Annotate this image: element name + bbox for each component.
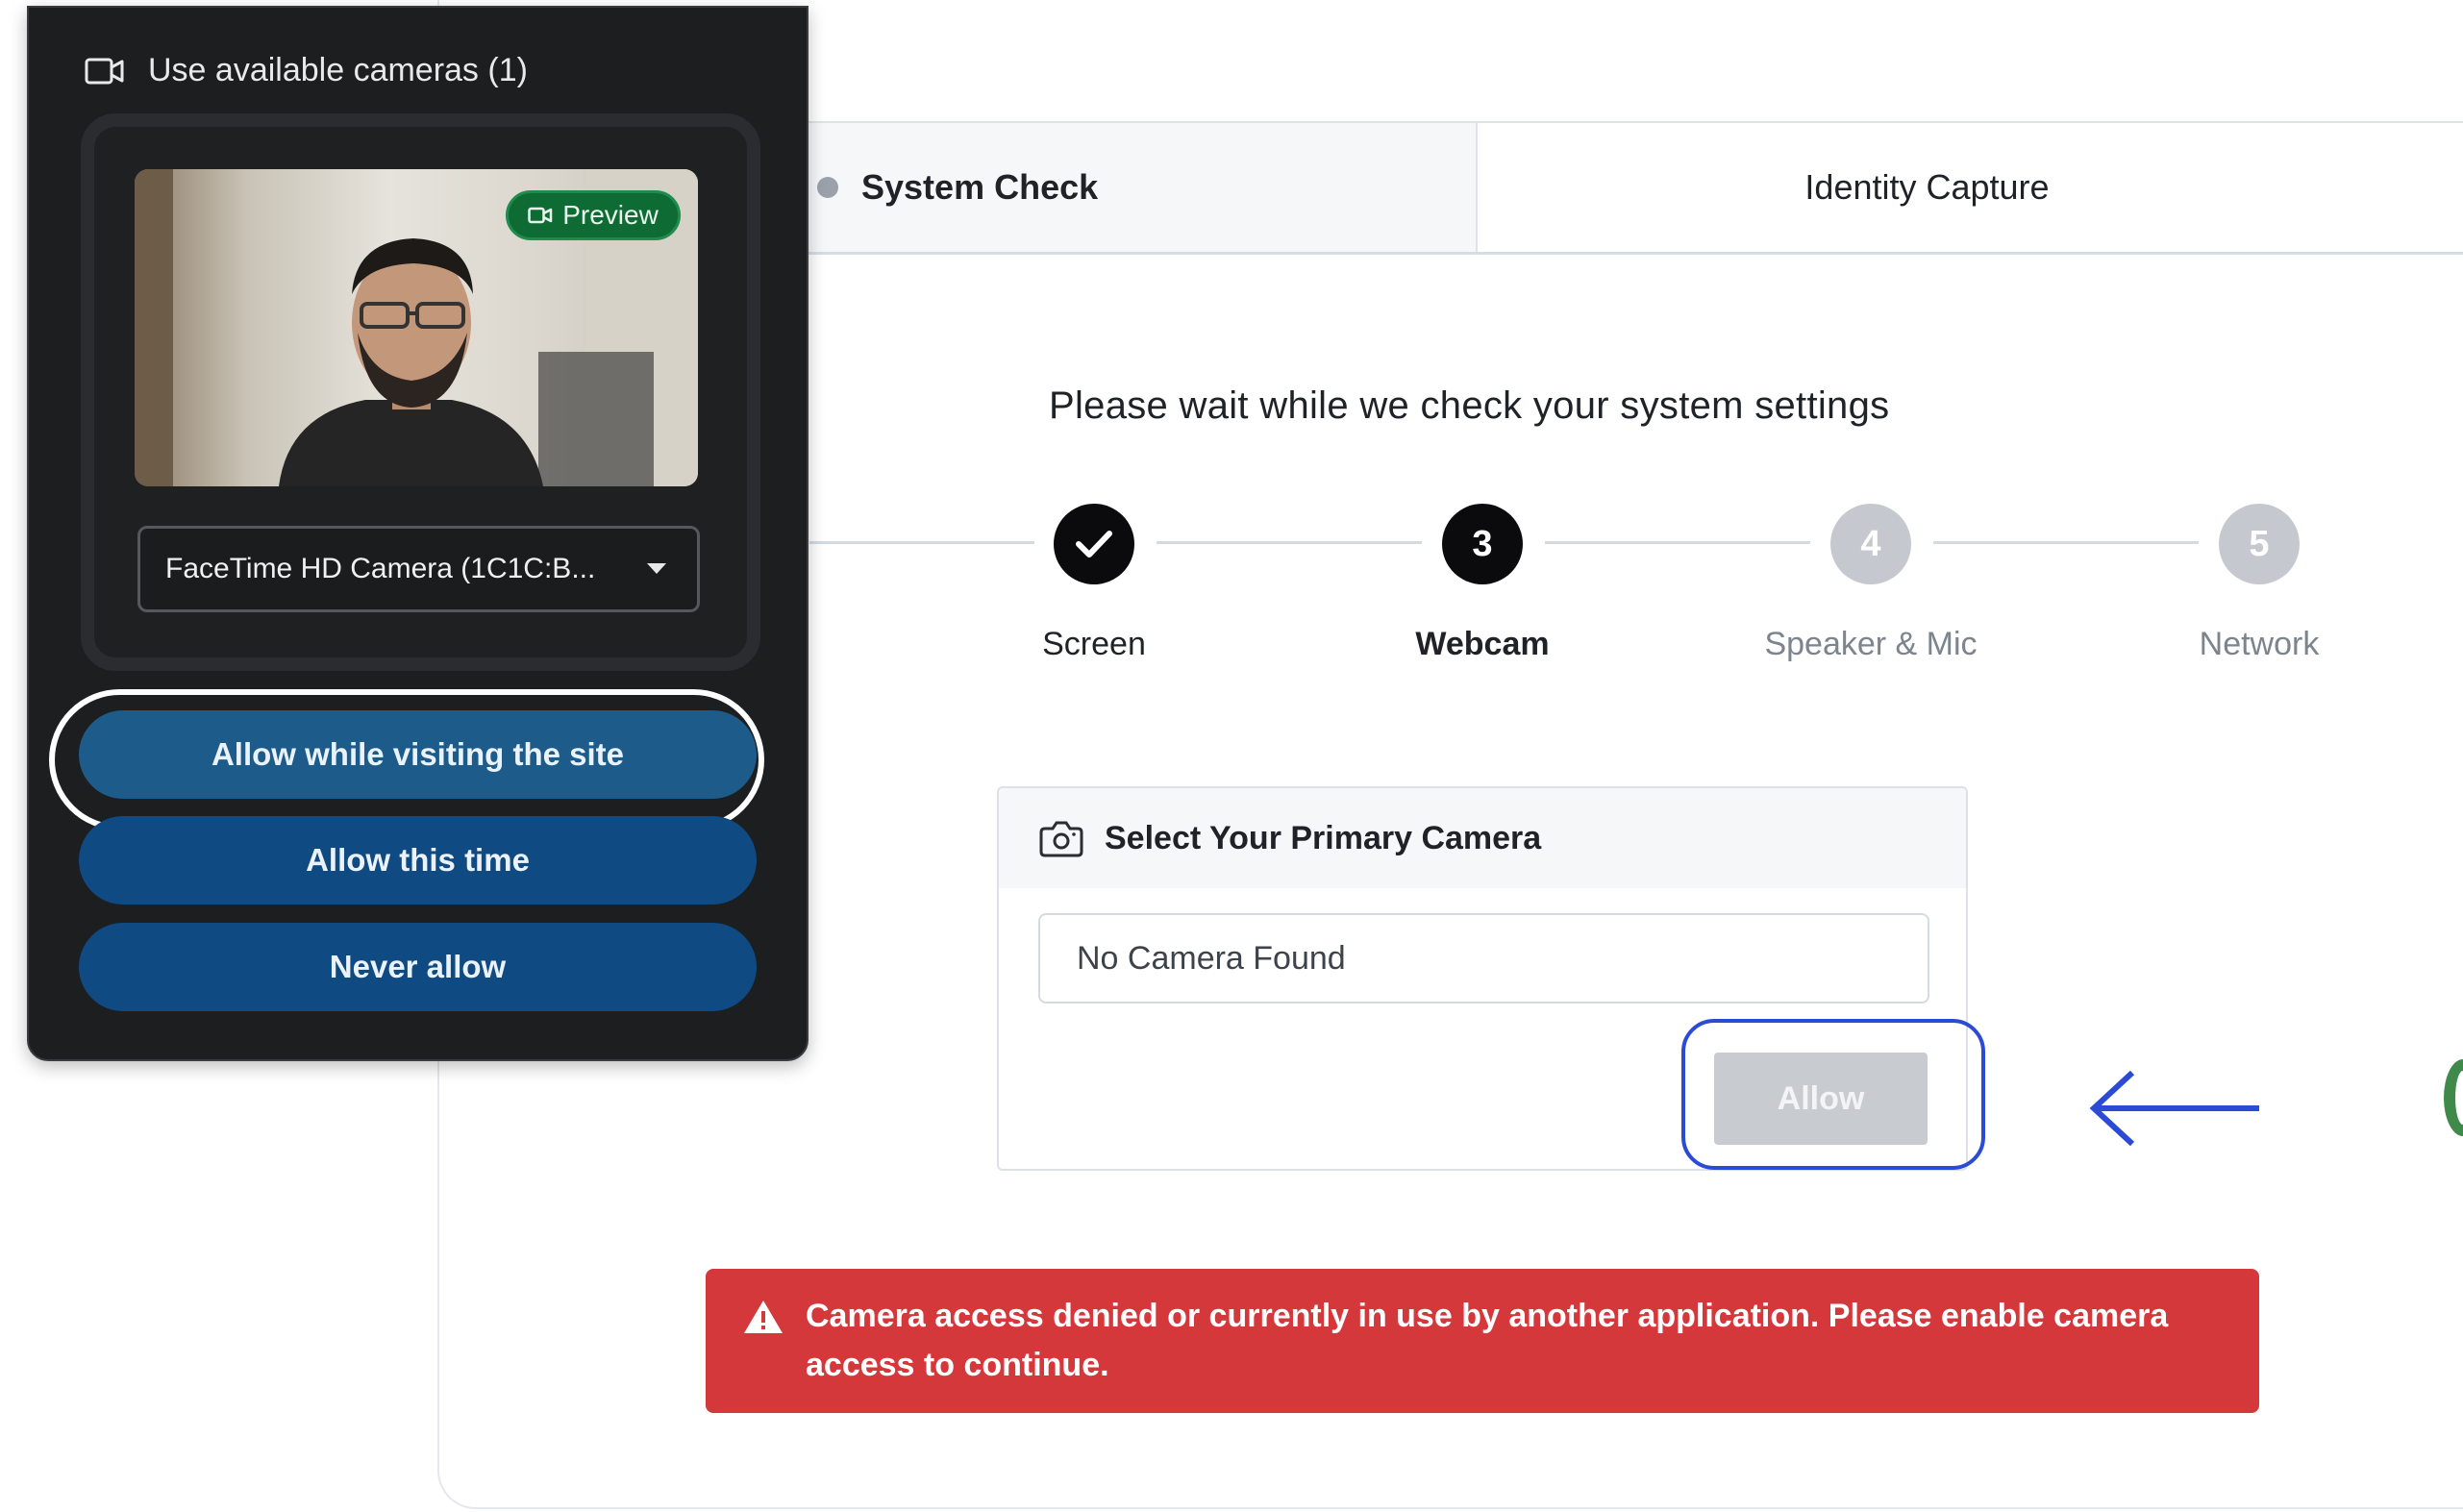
tab-status-dot <box>817 177 838 198</box>
warning-icon <box>742 1298 784 1341</box>
preview-badge-label: Preview <box>562 200 659 230</box>
step-screen-check-icon <box>1054 504 1134 584</box>
popup-title-text: Use available cameras (1) <box>148 52 528 88</box>
step-connector <box>1157 541 1422 544</box>
step-webcam-number: 3 <box>1442 504 1523 584</box>
camera-select-field[interactable]: No Camera Found <box>1038 913 1929 1004</box>
camera-device-dropdown[interactable]: FaceTime HD Camera (1C1C:B... <box>137 526 700 612</box>
never-allow-button[interactable]: Never allow <box>79 923 757 1011</box>
video-camera-icon <box>528 206 553 225</box>
tab-label: System Check <box>861 167 1099 207</box>
allow-while-visiting-highlight <box>49 689 764 830</box>
primary-camera-header: Select Your Primary Camera <box>999 788 1966 888</box>
preview-badge: Preview <box>506 190 681 240</box>
tab-label: Identity Capture <box>1804 167 2050 207</box>
popup-title: Use available cameras (1) <box>85 52 528 89</box>
step-network-number: 5 <box>2219 504 2300 584</box>
camera-select-value: No Camera Found <box>1077 939 1346 977</box>
step-connector <box>809 541 1034 544</box>
allow-button-highlight <box>1681 1019 1985 1170</box>
step-connector <box>1545 541 1810 544</box>
error-banner: Camera access denied or currently in use… <box>706 1269 2259 1413</box>
step-connector <box>1933 541 2199 544</box>
step-label-webcam: Webcam <box>1415 626 1550 662</box>
camera-device-value: FaceTime HD Camera (1C1C:B... <box>165 553 596 584</box>
camera-icon <box>1039 819 1083 857</box>
page-headline: Please wait while we check your system s… <box>1049 384 1890 427</box>
step-label-screen: Screen <box>1042 626 1146 662</box>
chevron-down-icon <box>647 563 666 574</box>
tab-identity-capture[interactable]: Identity Capture <box>1478 123 2463 252</box>
error-message: Camera access denied or currently in use… <box>806 1298 2169 1383</box>
step-label-speaker-mic: Speaker & Mic <box>1764 626 1978 662</box>
step-speaker-number: 4 <box>1830 504 1911 584</box>
video-camera-icon <box>85 56 125 87</box>
step-label-network: Network <box>2199 626 2320 662</box>
primary-camera-title: Select Your Primary Camera <box>1105 819 1542 856</box>
allow-this-time-button[interactable]: Allow this time <box>79 816 757 905</box>
left-arrow-icon <box>2089 1070 2259 1147</box>
